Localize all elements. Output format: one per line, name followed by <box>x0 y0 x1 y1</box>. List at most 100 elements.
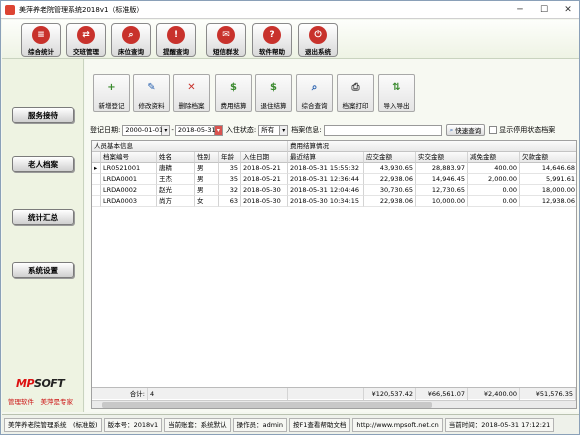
money-icon: $ <box>230 81 237 93</box>
cell-checkin-date: 2018-05-21 <box>241 163 288 174</box>
reminder-query-button[interactable]: ! 提醒查询 <box>156 23 196 57</box>
software-help-button[interactable]: ? 软件帮助 <box>252 23 292 57</box>
title-bar: 美萍养老院管理系统2018v1（标准版） ─ ☐ ✕ <box>1 1 579 19</box>
table-row[interactable]: LRDA0003 尚方 女 63 2018-05-30 2018-05-30 1… <box>92 196 576 207</box>
footer-count: 4 <box>148 388 288 400</box>
sidebar-item-settings[interactable]: 系统设置 <box>12 262 74 278</box>
sms-broadcast-button[interactable]: ✉ 短信群发 <box>206 23 246 57</box>
show-disabled-checkbox[interactable]: 显示停用状态档案 <box>489 125 555 135</box>
column-header-last-settlement[interactable]: 最近结算 <box>288 152 364 163</box>
close-button[interactable]: ✕ <box>561 4 575 16</box>
date-from-input[interactable]: 2000-01-01 <box>122 124 163 136</box>
checkbox-box[interactable] <box>489 126 498 134</box>
sidebar-item-elder-records[interactable]: 老人档案 <box>12 156 74 172</box>
sidebar: 服务接待 老人档案 统计汇总 系统设置 MPSOFT 管理软件 美萍是专家 <box>2 59 84 412</box>
search-label: 档案信息: <box>291 126 322 134</box>
column-header-row: 档案编号 姓名 性别 年龄 入住日期 最近结算 应交金额 实交金额 减免金额 欠… <box>92 152 576 163</box>
checkout-settlement-button[interactable]: $ 退住结算 <box>255 74 292 112</box>
exit-system-button[interactable]: ⏻ 退出系统 <box>298 23 338 57</box>
column-header-name[interactable]: 姓名 <box>157 152 195 163</box>
power-icon: ⏻ <box>309 26 327 44</box>
date-to-input[interactable]: 2018-05-31 <box>174 124 216 136</box>
button-label: 综合查询 <box>301 102 328 110</box>
cell-name: 王杰 <box>157 174 195 185</box>
horizontal-scrollbar[interactable] <box>92 400 576 408</box>
new-registration-button[interactable]: + 新增登记 <box>93 74 130 112</box>
search-icon: ⌕ <box>449 125 454 134</box>
edit-record-button[interactable]: ✎ 修改资料 <box>133 74 170 112</box>
button-label: 修改资料 <box>138 102 165 110</box>
column-header-amount-due[interactable]: 应交金额 <box>364 152 416 163</box>
scrollbar-thumb[interactable] <box>102 402 432 408</box>
button-label: 软件帮助 <box>259 48 285 56</box>
table-row[interactable]: LRDA0001 王杰 男 35 2018-05-21 2018-05-31 1… <box>92 174 576 185</box>
cell-owed: 5,991.61 <box>520 174 576 185</box>
records-table: 人员基本信息 费用结算情况 档案编号 姓名 性别 年龄 入住日期 最近结算 应交… <box>91 140 577 409</box>
status-clock: 当前时间：2018-05-31 17:12:21 <box>444 417 555 432</box>
add-icon: + <box>107 81 116 93</box>
summary-stats-button[interactable]: ≡ 综合统计 <box>21 23 61 57</box>
cell-reduction: 400.00 <box>468 163 520 174</box>
table-row[interactable]: ▸ LR0521001 唐精 男 35 2018-05-21 2018-05-3… <box>92 163 576 174</box>
chevron-down-icon[interactable]: ▾ <box>162 124 171 136</box>
group-header-row: 人员基本信息 费用结算情况 <box>92 141 576 152</box>
cell-amount-paid: 28,883.97 <box>416 163 468 174</box>
alert-icon: ! <box>167 26 185 44</box>
footer-total-due: ¥120,537.42 <box>364 388 416 400</box>
cell-last-settlement: 2018-05-31 12:04:46 <box>288 185 364 196</box>
quick-search-button[interactable]: ⌕ 快速查询 <box>445 124 486 136</box>
button-label: 交班管理 <box>73 48 99 56</box>
search-input[interactable] <box>323 124 442 136</box>
status-select[interactable]: 所有 <box>258 124 281 136</box>
sidebar-item-statistics[interactable]: 统计汇总 <box>12 209 74 225</box>
cell-last-settlement: 2018-05-31 12:36:44 <box>288 174 364 185</box>
column-header-amount-paid[interactable]: 实交金额 <box>416 152 468 163</box>
chevron-down-icon[interactable]: ▾ <box>280 124 289 136</box>
shift-handover-button[interactable]: ⇄ 交班管理 <box>66 23 106 57</box>
column-header-id[interactable]: 档案编号 <box>101 152 157 163</box>
table-row[interactable]: LRDA0002 赵光 男 32 2018-05-30 2018-05-31 1… <box>92 185 576 196</box>
minimize-button[interactable]: ─ <box>513 4 527 16</box>
cell-owed: 12,938.06 <box>520 196 576 207</box>
import-export-button[interactable]: ⇅ 导入导出 <box>378 74 415 112</box>
swap-icon: ⇄ <box>77 26 95 44</box>
cell-reduction: 2,000.00 <box>468 174 520 185</box>
edit-icon: ✎ <box>147 81 156 93</box>
maximize-button[interactable]: ☐ <box>537 4 551 16</box>
column-header-gender[interactable]: 性别 <box>195 152 219 163</box>
app-icon <box>5 4 15 15</box>
cell-reduction: 0.00 <box>468 185 520 196</box>
column-header-owed[interactable]: 欠款金额 <box>520 152 576 163</box>
bed-query-button[interactable]: ⌕ 床位查询 <box>111 23 151 57</box>
print-record-button[interactable]: ⎙ 档案打印 <box>337 74 374 112</box>
button-label: 短信群发 <box>213 48 239 56</box>
fee-settlement-button[interactable]: $ 费用结算 <box>215 74 252 112</box>
cell-amount-due: 30,730.65 <box>364 185 416 196</box>
row-indicator <box>92 196 101 207</box>
cell-gender: 男 <box>195 174 219 185</box>
column-header-checkin-date[interactable]: 入住日期 <box>241 152 288 163</box>
cell-name: 唐精 <box>157 163 195 174</box>
advanced-query-button[interactable]: ⌕ 综合查询 <box>296 74 333 112</box>
sidebar-item-reception[interactable]: 服务接待 <box>12 107 74 123</box>
column-header-reduction[interactable]: 减免金额 <box>468 152 520 163</box>
column-header-age[interactable]: 年龄 <box>219 152 241 163</box>
cell-checkin-date: 2018-05-30 <box>241 185 288 196</box>
cell-amount-paid: 14,946.45 <box>416 174 468 185</box>
footer-count-label: 合计: <box>92 388 148 400</box>
list-icon: ≡ <box>32 26 50 44</box>
logo-slogan: 管理软件 美萍是专家 <box>8 398 73 406</box>
status-help-hint: 按F1查看帮助文档 <box>288 417 351 432</box>
mail-icon: ✉ <box>217 26 235 44</box>
button-label: 床位查询 <box>118 48 144 56</box>
status-website[interactable]: http://www.mpsoft.net.cn <box>352 417 443 432</box>
cell-last-settlement: 2018-05-30 10:34:15 <box>288 196 364 207</box>
cell-gender: 女 <box>195 196 219 207</box>
cell-amount-paid: 10,000.00 <box>416 196 468 207</box>
button-label: 费用结算 <box>220 102 247 110</box>
calendar-icon[interactable]: ▾ <box>214 124 223 136</box>
cell-age: 35 <box>219 174 241 185</box>
cell-checkin-date: 2018-05-21 <box>241 174 288 185</box>
delete-record-button[interactable]: ✕ 删除档案 <box>173 74 210 112</box>
button-label: 综合统计 <box>28 48 54 56</box>
